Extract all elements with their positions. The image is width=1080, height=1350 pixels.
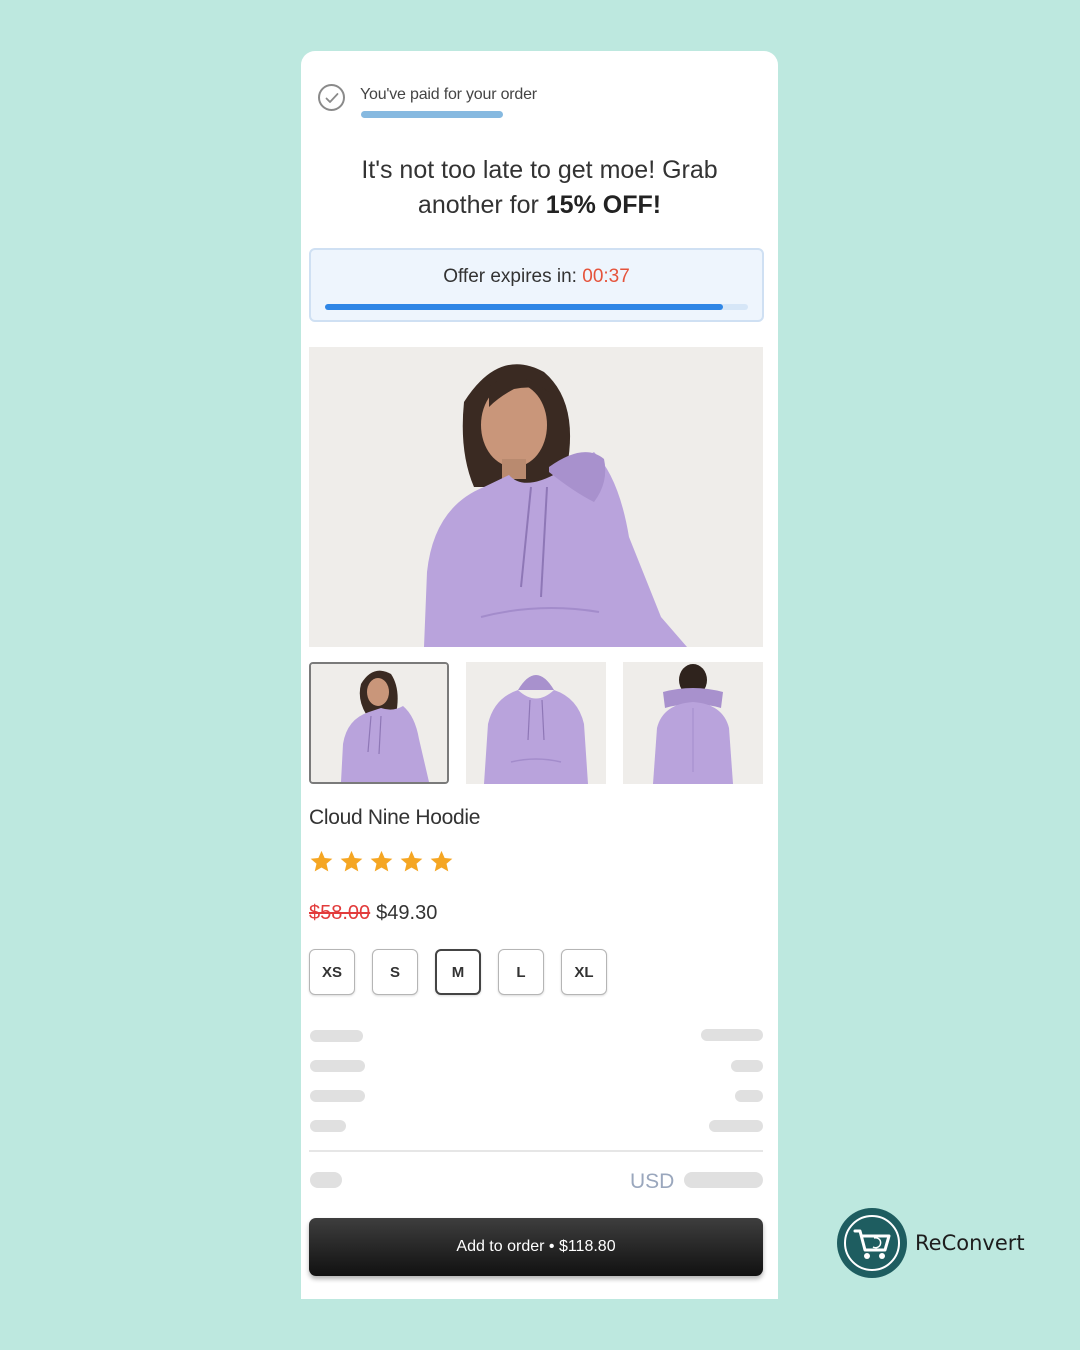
headline-text: It's not too late to get moe! Grab anoth… xyxy=(361,156,718,219)
timer-progress-fill xyxy=(325,304,723,310)
discounted-price: $49.30 xyxy=(376,902,438,924)
total-value-placeholder xyxy=(684,1172,763,1188)
star-icon xyxy=(430,850,453,872)
size-option-s[interactable]: S xyxy=(372,949,418,995)
size-option-l[interactable]: L xyxy=(498,949,544,995)
brand-watermark: $ ReConvert xyxy=(837,1208,1025,1278)
brand-name: ReConvert xyxy=(915,1231,1025,1255)
summary-value-placeholder xyxy=(709,1120,763,1132)
original-price: $58.00 xyxy=(309,902,371,924)
price-row: $58.00 $49.30 xyxy=(309,902,437,925)
timer-progress-track xyxy=(325,304,748,310)
total-label-placeholder xyxy=(310,1172,342,1188)
headline-discount: 15% OFF! xyxy=(545,191,662,219)
product-main-image xyxy=(309,347,763,647)
timer-label: Offer expires in: xyxy=(443,266,583,287)
size-option-m[interactable]: M xyxy=(435,949,481,995)
thumbnail-back-model[interactable] xyxy=(623,662,763,784)
star-icon xyxy=(310,850,333,872)
offer-card: You've paid for your order It's not too … xyxy=(301,51,778,1299)
currency-label: USD xyxy=(630,1170,675,1193)
star-icon xyxy=(340,850,363,872)
add-to-order-button[interactable]: Add to order • $118.80 xyxy=(309,1218,763,1276)
order-status-row: You've paid for your order xyxy=(318,84,537,111)
summary-label-placeholder xyxy=(310,1060,365,1072)
product-name: Cloud Nine Hoodie xyxy=(309,806,481,829)
status-progress-bar xyxy=(361,111,503,118)
shopping-cart-logo-icon: $ xyxy=(837,1208,907,1278)
summary-value-placeholder xyxy=(701,1029,763,1041)
rating-stars xyxy=(309,849,454,874)
timer-value: 00:37 xyxy=(582,266,630,287)
star-icon xyxy=(400,850,423,872)
summary-label-placeholder xyxy=(310,1090,365,1102)
summary-divider xyxy=(309,1150,763,1152)
thumbnail-front-model[interactable] xyxy=(309,662,449,784)
size-selector: XS S M L XL xyxy=(309,949,607,995)
size-option-xl[interactable]: XL xyxy=(561,949,607,995)
star-icon xyxy=(370,850,393,872)
offer-timer: Offer expires in: 00:37 xyxy=(309,248,764,322)
offer-headline: It's not too late to get moe! Grab anoth… xyxy=(321,153,758,223)
size-option-xs[interactable]: XS xyxy=(309,949,355,995)
summary-value-placeholder xyxy=(735,1090,763,1102)
summary-label-placeholder xyxy=(310,1030,363,1042)
checkmark-circle-icon xyxy=(318,84,345,111)
timer-text: Offer expires in: 00:37 xyxy=(311,266,762,288)
summary-label-placeholder xyxy=(310,1120,346,1132)
order-paid-text: You've paid for your order xyxy=(360,86,537,103)
summary-value-placeholder xyxy=(731,1060,763,1072)
thumbnail-hoodie-flat[interactable] xyxy=(466,662,606,784)
